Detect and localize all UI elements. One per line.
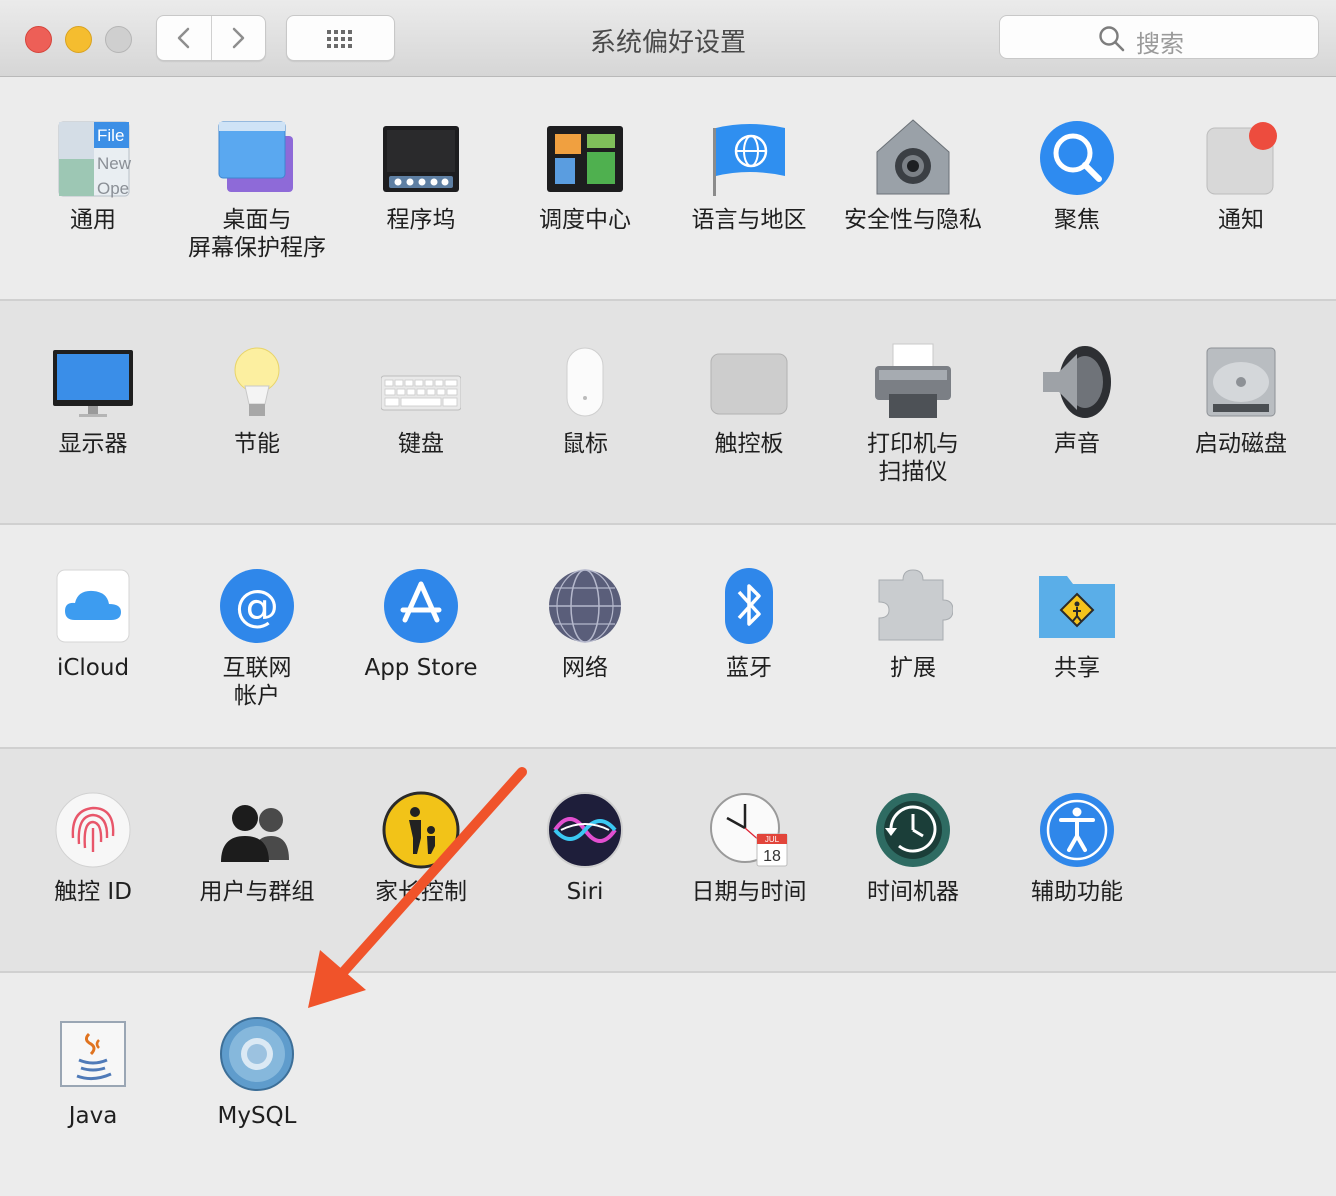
annotation-arrow — [308, 767, 527, 1008]
